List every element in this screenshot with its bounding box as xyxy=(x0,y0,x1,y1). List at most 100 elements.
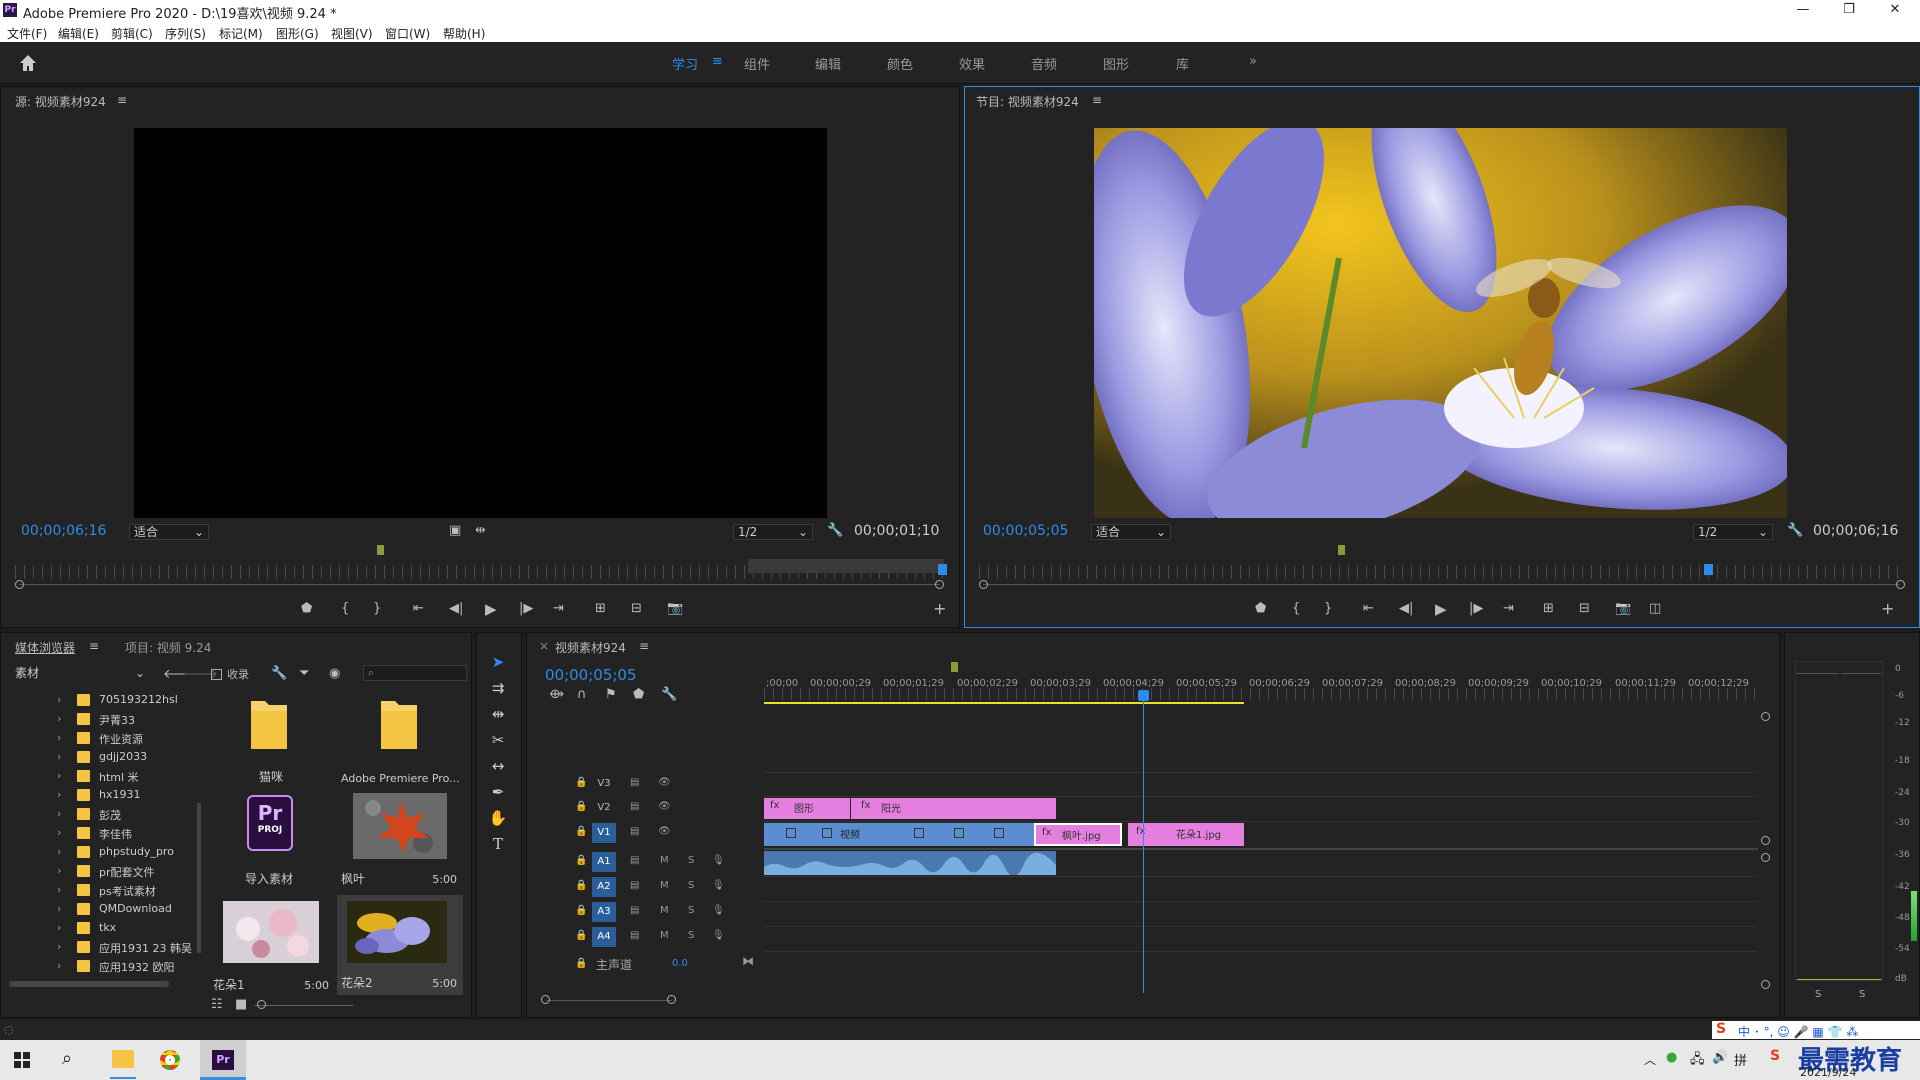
chevron-right-icon[interactable]: › xyxy=(57,712,61,725)
ripple-edit-tool-icon[interactable]: ⇹ xyxy=(487,705,509,727)
settings-wrench-icon[interactable]: 🔧 xyxy=(827,523,843,538)
track-name-v1[interactable]: V1 xyxy=(592,823,616,843)
solo-button[interactable]: S xyxy=(688,880,694,902)
sync-lock-icon[interactable]: ▤ xyxy=(630,777,639,799)
type-tool-icon[interactable]: T xyxy=(487,835,509,857)
master-volume-value[interactable]: 0.0 xyxy=(672,958,688,980)
tab-media-browser[interactable]: 媒体浏览器 xyxy=(15,639,75,656)
sogou-ime-icon[interactable]: S xyxy=(1716,1021,1726,1037)
zoom-handle-left[interactable] xyxy=(15,580,24,589)
zoom-slider-handle[interactable] xyxy=(257,1000,266,1009)
program-timecode[interactable]: 00;00;05;05 xyxy=(983,523,1068,539)
thumb-item[interactable]: Adobe Premiere Pro... xyxy=(337,689,463,789)
mute-button[interactable]: M xyxy=(660,905,669,927)
file-explorer-icon[interactable] xyxy=(112,1050,134,1068)
workspace-graphics[interactable]: 图形 xyxy=(1103,54,1129,73)
list-view-icon[interactable]: ☷ xyxy=(211,997,223,1012)
clip-sunshine[interactable]: fx 阳光 xyxy=(851,798,1056,819)
nest-icon[interactable]: ⟴ xyxy=(549,687,564,702)
network-icon[interactable]: 🖧 xyxy=(1690,1050,1705,1072)
go-to-in-icon[interactable]: ⇤ xyxy=(1363,601,1374,616)
windows-start-icon[interactable] xyxy=(14,1052,30,1068)
workspace-effects[interactable]: 效果 xyxy=(959,54,985,73)
track-select-tool-icon[interactable]: ⇉ xyxy=(487,679,509,701)
workspace-audio[interactable]: 音频 xyxy=(1031,54,1057,73)
ime-toolbar[interactable]: S 中 ･ °, ☺ 🎤 ▦ 👕 ⁂ xyxy=(1712,1021,1920,1039)
sync-lock-icon[interactable]: ▤ xyxy=(630,880,639,902)
timeline-settings-icon[interactable]: 🔧 xyxy=(661,687,677,702)
timeline-timecode[interactable]: 00;00;05;05 xyxy=(545,666,637,684)
sync-lock-icon[interactable]: ▤ xyxy=(630,930,639,952)
workspace-menu-icon[interactable]: ≡ xyxy=(712,54,723,69)
zoom-bar[interactable] xyxy=(19,584,940,585)
menu-file[interactable]: 文件(F) xyxy=(7,25,47,42)
v-scroll-handle[interactable] xyxy=(1761,980,1770,989)
close-button[interactable]: ✕ xyxy=(1872,0,1918,22)
drag-video-icon[interactable]: ▣ xyxy=(449,523,461,538)
work-area-bar[interactable] xyxy=(764,702,1244,704)
zoom-handle-left[interactable] xyxy=(979,580,988,589)
track-name-a4[interactable]: A4 xyxy=(592,927,616,947)
panel-menu-icon[interactable]: ≡ xyxy=(1092,93,1102,107)
folder-tree-item[interactable]: › 应用1932 欧阳 xyxy=(1,957,201,976)
track-name-a2[interactable]: A2 xyxy=(592,877,616,897)
folder-tree-item[interactable]: › 彭茂 xyxy=(1,805,201,824)
folder-tree-item[interactable]: › ps考试素材 xyxy=(1,881,201,900)
lock-icon[interactable]: 🔒 xyxy=(575,930,587,952)
sync-lock-icon[interactable]: ▤ xyxy=(630,905,639,927)
location-select[interactable]: 素材 ⌄ xyxy=(11,666,149,682)
solo-left-button[interactable]: S xyxy=(1815,989,1821,1000)
workspace-libraries[interactable]: 库 xyxy=(1176,54,1189,73)
minimize-button[interactable]: — xyxy=(1780,0,1826,22)
program-playhead[interactable] xyxy=(1704,564,1713,575)
track-name-a1[interactable]: A1 xyxy=(592,852,616,872)
microphone-icon[interactable]: 🎙 xyxy=(712,855,725,877)
zoom-handle-right[interactable] xyxy=(935,580,944,589)
razor-tool-icon[interactable]: ✂ xyxy=(487,731,509,753)
drag-audio-icon[interactable]: ⇹ xyxy=(475,523,486,538)
h-scroll-handle[interactable] xyxy=(541,995,550,1004)
menu-edit[interactable]: 编辑(E) xyxy=(58,25,99,42)
v-scroll-handle[interactable] xyxy=(1761,836,1770,845)
h-scroll-track[interactable] xyxy=(546,1000,672,1001)
track-name-a3[interactable]: A3 xyxy=(592,902,616,922)
mark-in-icon[interactable]: { xyxy=(341,601,349,616)
tray-app-icon[interactable]: ● xyxy=(1666,1050,1677,1065)
workspace-overflow-icon[interactable]: » xyxy=(1249,54,1257,69)
sogou-tray-icon[interactable]: S xyxy=(1770,1048,1780,1064)
volume-icon[interactable]: 🔊 xyxy=(1712,1050,1728,1065)
maximize-button[interactable]: ❐ xyxy=(1826,0,1872,22)
timeline-playhead-line[interactable] xyxy=(1143,693,1144,993)
tray-chevron-icon[interactable]: ︿ xyxy=(1644,1051,1656,1068)
microphone-icon[interactable]: 🎙 xyxy=(712,905,725,927)
program-time-ruler[interactable] xyxy=(979,565,1905,579)
program-resolution-select[interactable]: 1/2 ⌄ xyxy=(1693,524,1773,540)
pen-tool-icon[interactable]: ✒ xyxy=(487,783,509,805)
folder-tree-item[interactable]: › 尹菁33 xyxy=(1,710,201,729)
step-forward-icon[interactable]: |▶ xyxy=(519,601,533,616)
solo-button[interactable]: S xyxy=(688,930,694,952)
menu-view[interactable]: 视图(V) xyxy=(331,25,373,42)
thumb-item[interactable]: 花朵1 5:00 xyxy=(209,897,335,997)
clip-flower1[interactable]: fx 花朵1.jpg xyxy=(1128,823,1244,846)
comparison-view-icon[interactable]: ◫ xyxy=(1649,601,1661,616)
program-fit-select[interactable]: 适合 ⌄ xyxy=(1091,524,1171,540)
close-tab-icon[interactable]: × xyxy=(539,639,549,653)
track-name-v2[interactable]: V2 xyxy=(592,798,616,818)
microphone-icon[interactable]: 🎙 xyxy=(712,930,725,952)
timeline-ticks[interactable] xyxy=(764,688,1758,700)
filter-icon[interactable]: ⏷ xyxy=(299,666,309,681)
overwrite-icon[interactable]: ⊟ xyxy=(631,601,642,616)
mute-button[interactable]: M xyxy=(660,930,669,952)
sync-lock-icon[interactable]: ▤ xyxy=(630,855,639,877)
lift-icon[interactable]: ⊞ xyxy=(1543,601,1554,616)
playhead-marker[interactable] xyxy=(377,545,384,555)
solo-right-button[interactable]: S xyxy=(1859,989,1865,1000)
ime-indicator-icon[interactable]: 拼 xyxy=(1734,1050,1747,1069)
wrench-icon[interactable]: 🔧 xyxy=(271,666,287,681)
thumb-item[interactable]: Pr PROJ 导入素材 xyxy=(209,791,335,891)
insert-icon[interactable]: ⊞ xyxy=(595,601,606,616)
chevron-right-icon[interactable]: › xyxy=(57,959,61,972)
step-back-icon[interactable]: ◀| xyxy=(1399,601,1413,616)
panel-menu-icon[interactable]: ≡ xyxy=(639,639,649,653)
